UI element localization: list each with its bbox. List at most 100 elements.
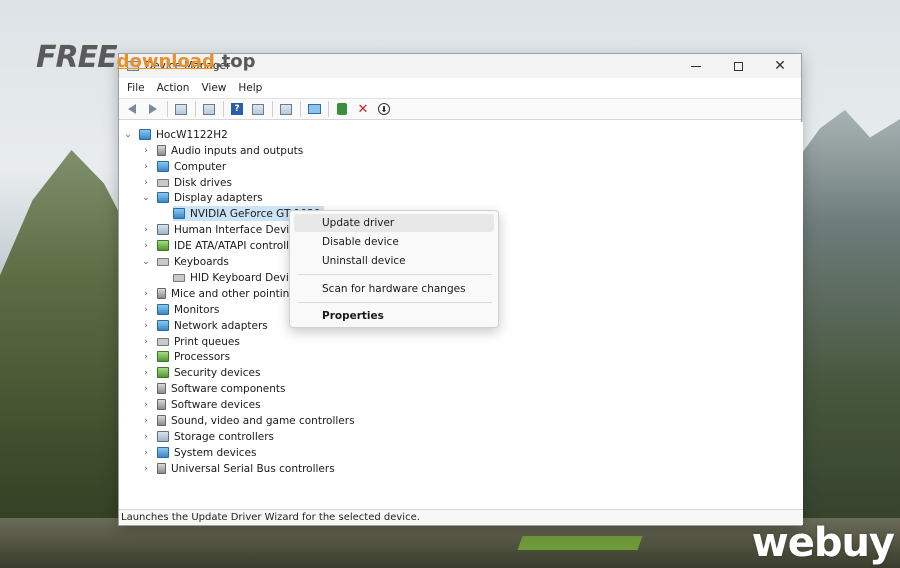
tree-item-keyboards[interactable]: ⌄ Keyboards [141,254,229,269]
update-driver-button[interactable] [333,101,351,117]
tree-item-label: IDE ATA/ATAPI controllers [174,239,306,252]
tree-item-hid[interactable]: › Human Interface Devices [141,222,307,237]
display-adapter-icon [173,208,185,219]
background-grass [517,536,643,550]
tree-item-network[interactable]: › Network adapters [141,318,268,333]
chevron-right-icon[interactable]: › [141,352,151,362]
tree-item-hid-keyboard[interactable]: HID Keyboard Device [173,270,301,285]
tree-item-label: HID Keyboard Device [190,271,302,284]
tree-item-security[interactable]: › Security devices [141,365,260,380]
chevron-down-icon[interactable]: ⌄ [141,257,151,267]
tree-item-ide[interactable]: › IDE ATA/ATAPI controllers [141,238,305,253]
properties-icon [203,103,215,115]
chevron-right-icon[interactable]: › [141,432,151,442]
back-button[interactable] [123,101,141,117]
tree-item-computer[interactable]: › Computer [141,159,226,174]
menu-help[interactable]: Help [232,82,268,94]
chevron-right-icon[interactable]: › [141,162,151,172]
display-adapter-icon [157,192,169,203]
help-icon: ? [231,103,243,115]
tree-item-disk-drives[interactable]: › Disk drives [141,175,232,190]
chevron-right-icon[interactable]: › [141,241,151,251]
show-hide-console-tree-button[interactable] [172,101,190,117]
tree-item-storage[interactable]: › Storage controllers [141,429,274,444]
console-tree-icon [175,103,187,115]
tree-item-label: Print queues [174,335,240,348]
toolbar-separator [328,101,329,117]
tree-item-monitors[interactable]: › Monitors [141,302,219,317]
toolbar-separator [223,101,224,117]
chevron-right-icon[interactable]: › [141,464,151,474]
chevron-right-icon[interactable]: › [141,416,151,426]
window-controls: ✕ [675,54,801,78]
help-button[interactable]: ? [228,101,246,117]
properties-button[interactable] [200,101,218,117]
tree-root-label: HocW1122H2 [156,128,228,141]
tree-item-sound[interactable]: › Sound, video and game controllers [141,413,355,428]
chevron-right-icon[interactable]: › [141,448,151,458]
tree-item-print-queues[interactable]: › Print queues [141,334,240,349]
menu-action[interactable]: Action [151,82,196,94]
menu-separator [298,274,492,275]
chevron-right-icon[interactable]: › [141,305,151,315]
chevron-right-icon[interactable]: › [141,368,151,378]
computer-button[interactable] [305,101,323,117]
menu-item-scan-hardware[interactable]: Scan for hardware changes [294,280,494,298]
chevron-right-icon[interactable]: › [141,289,151,299]
tree-item-display-adapters[interactable]: ⌄ Display adapters [141,190,263,205]
chevron-right-icon[interactable]: › [141,225,151,235]
action-pane-button[interactable] [249,101,267,117]
tree-item-label: Network adapters [174,319,268,332]
tree-item-label: Software components [171,382,286,395]
forward-arrow-icon [149,104,157,114]
tree-item-processors[interactable]: › Processors [141,349,230,364]
chevron-right-icon[interactable]: › [141,384,151,394]
tree-item-software-components[interactable]: › Software components [141,381,286,396]
scan-hardware-button[interactable] [277,101,295,117]
menu-bar: File Action View Help [119,78,801,98]
chevron-right-icon[interactable]: › [141,321,151,331]
minimize-button[interactable] [675,54,717,78]
minimize-icon [691,65,701,67]
menu-view[interactable]: View [195,82,232,94]
forward-button[interactable] [144,101,162,117]
menu-file[interactable]: File [121,82,151,94]
chevron-right-icon[interactable]: › [141,146,151,156]
maximize-button[interactable] [717,54,759,78]
keyboard-icon [157,257,169,266]
menu-item-disable-device[interactable]: Disable device [294,233,494,251]
close-icon: ✕ [774,58,786,74]
tree-item-label: Disk drives [174,176,232,189]
tree-item-label: Computer [174,160,227,173]
tree-item-audio[interactable]: › Audio inputs and outputs [141,143,303,158]
toolbar-separator [300,101,301,117]
tree-item-label: Display adapters [174,191,263,204]
tree-item-software-devices[interactable]: › Software devices [141,397,260,412]
tree-root[interactable]: ⌄ HocW1122H2 [123,127,228,142]
disable-device-button[interactable]: ⬇ [375,101,393,117]
chevron-right-icon[interactable]: › [141,337,151,347]
status-text: Launches the Update Driver Wizard for th… [121,512,420,523]
security-icon [157,367,169,378]
chevron-down-icon[interactable]: ⌄ [123,130,133,140]
tree-item-label: Monitors [174,303,220,316]
chevron-right-icon[interactable]: › [141,400,151,410]
watermark-free-text: FREE [36,40,118,75]
update-driver-icon [337,103,347,115]
background-mountain-left [0,150,130,568]
tree-item-usb[interactable]: › Universal Serial Bus controllers [141,461,335,476]
watermark-download-text: download [116,51,215,72]
menu-item-properties[interactable]: Properties [294,307,494,325]
chevron-down-icon[interactable]: ⌄ [141,193,151,203]
tree-item-system[interactable]: › System devices [141,445,256,460]
menu-item-uninstall-device[interactable]: Uninstall device [294,252,494,270]
close-button[interactable]: ✕ [759,54,801,78]
action-pane-icon [252,103,264,115]
tree-item-label: Processors [174,350,231,363]
chevron-right-icon[interactable]: › [141,178,151,188]
menu-item-update-driver[interactable]: Update driver [294,214,494,232]
tree-item-label: Sound, video and game controllers [171,414,355,427]
uninstall-device-button[interactable]: ✕ [354,101,372,117]
tree-item-label: Audio inputs and outputs [171,144,304,157]
speaker-icon [157,415,166,426]
